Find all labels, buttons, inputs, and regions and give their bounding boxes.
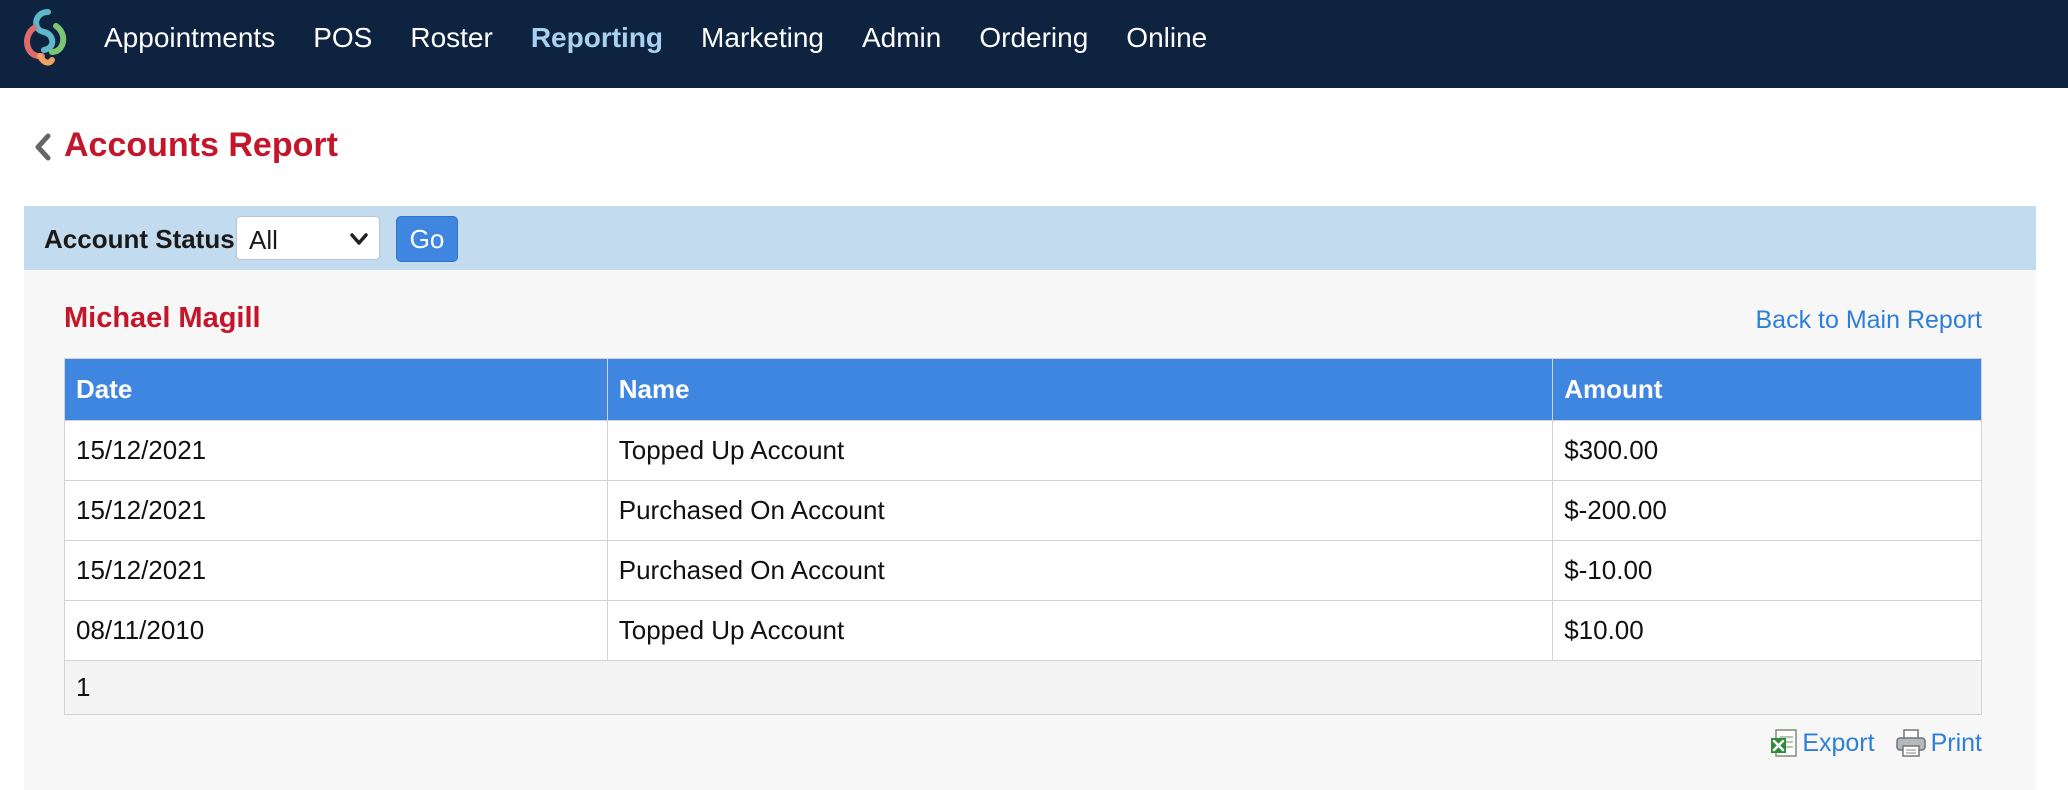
cell-date: 08/11/2010 — [64, 600, 608, 661]
cell-amount: $300.00 — [1552, 420, 1982, 481]
table-row: 15/12/2021 Purchased On Account $-10.00 — [64, 540, 1982, 601]
nav-item-appointments[interactable]: Appointments — [104, 22, 275, 54]
cell-name: Purchased On Account — [606, 540, 1554, 601]
cell-amount: $10.00 — [1552, 600, 1982, 661]
nav-item-roster[interactable]: Roster — [410, 22, 492, 54]
cell-date: 15/12/2021 — [64, 540, 608, 601]
nav-item-online[interactable]: Online — [1126, 22, 1207, 54]
customer-name: Michael Magill — [64, 302, 261, 334]
table-row: 08/11/2010 Topped Up Account $10.00 — [64, 600, 1982, 661]
go-button[interactable]: Go — [396, 216, 458, 262]
main-nav: Appointments POS Roster Reporting Market… — [104, 0, 1245, 76]
table-row: 15/12/2021 Purchased On Account $-200.00 — [64, 480, 1982, 541]
export-button[interactable]: Export — [1770, 728, 1875, 758]
nav-item-ordering[interactable]: Ordering — [979, 22, 1088, 54]
table-header-row: Date Name Amount — [64, 358, 1982, 421]
report-panel: Michael Magill Back to Main Report Date … — [24, 270, 2036, 790]
printer-icon — [1895, 729, 1926, 757]
cell-name: Topped Up Account — [606, 600, 1554, 661]
nav-item-admin[interactable]: Admin — [862, 22, 941, 54]
print-button[interactable]: Print — [1895, 728, 1982, 758]
pager-row: 1 — [64, 660, 1982, 715]
top-nav-bar: Appointments POS Roster Reporting Market… — [0, 0, 2068, 88]
account-status-label: Account Status: — [44, 224, 244, 254]
excel-icon — [1771, 729, 1798, 757]
account-status-select[interactable]: All — [236, 216, 380, 260]
chevron-down-icon — [350, 233, 368, 245]
cell-date: 15/12/2021 — [64, 420, 608, 481]
page-number[interactable]: 1 — [64, 660, 1982, 715]
filter-bar: Account Status: All Go — [24, 206, 2036, 270]
nav-item-marketing[interactable]: Marketing — [701, 22, 824, 54]
account-status-value: All — [249, 225, 278, 255]
cell-name: Topped Up Account — [606, 420, 1554, 481]
report-actions: Export Print — [1750, 728, 1982, 758]
column-header-name[interactable]: Name — [606, 358, 1554, 421]
table-row: 15/12/2021 Topped Up Account $300.00 — [64, 420, 1982, 481]
back-to-main-report-link[interactable]: Back to Main Report — [1756, 306, 1983, 335]
cell-amount: $-200.00 — [1552, 480, 1982, 541]
print-label: Print — [1930, 728, 1982, 757]
export-label: Export — [1802, 728, 1875, 757]
cell-name: Purchased On Account — [606, 480, 1554, 541]
logo-icon[interactable] — [18, 6, 72, 70]
nav-item-pos[interactable]: POS — [313, 22, 372, 54]
chevron-left-icon[interactable] — [32, 132, 54, 162]
cell-date: 15/12/2021 — [64, 480, 608, 541]
cell-amount: $-10.00 — [1552, 540, 1982, 601]
page-title: Accounts Report — [64, 126, 338, 164]
column-header-amount[interactable]: Amount — [1552, 358, 1982, 421]
accounts-table: Date Name Amount 15/12/2021 Topped Up Ac… — [64, 358, 1982, 715]
column-header-date[interactable]: Date — [64, 358, 608, 421]
nav-item-reporting[interactable]: Reporting — [531, 22, 663, 54]
